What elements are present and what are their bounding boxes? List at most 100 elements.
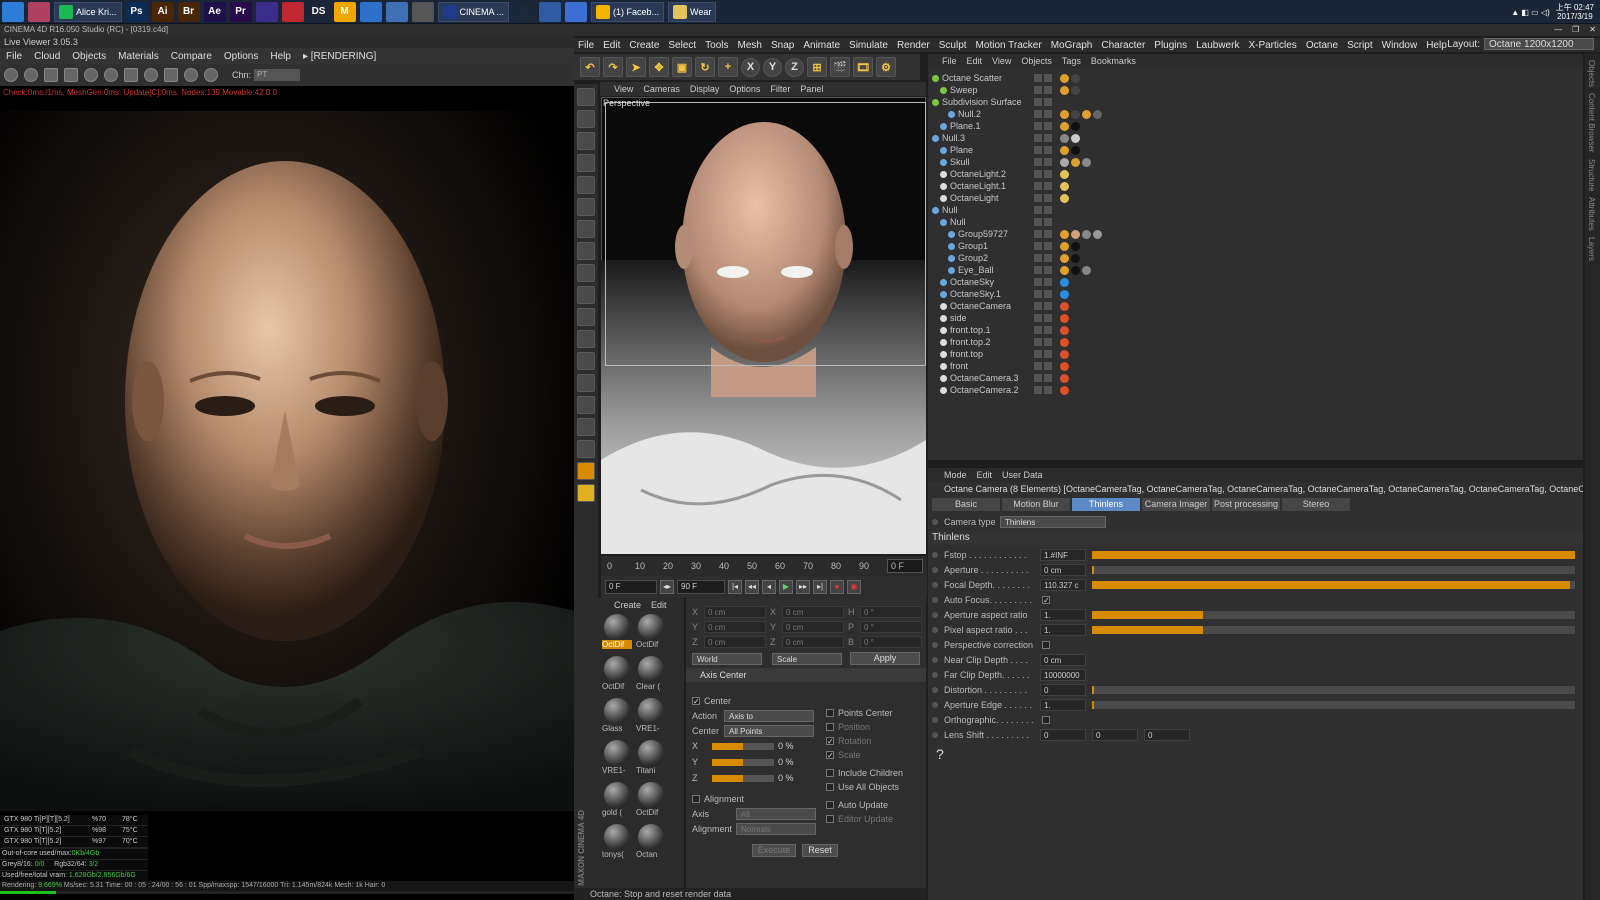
object-visibility[interactable] (1034, 98, 1060, 106)
visibility-editor-icon[interactable] (1034, 158, 1042, 166)
object-tag-icon[interactable] (1060, 349, 1069, 359)
visibility-editor-icon[interactable] (1034, 254, 1042, 262)
visibility-render-icon[interactable] (1044, 230, 1052, 238)
object-tag-icon[interactable] (1060, 277, 1069, 287)
object-visibility[interactable] (1034, 314, 1060, 322)
object-row[interactable]: Sweep (928, 84, 1583, 96)
axis-mode-icon[interactable] (577, 220, 595, 238)
object-visibility[interactable] (1034, 350, 1060, 358)
param-animate-icon[interactable] (932, 518, 938, 525)
param-value-field[interactable]: 0 (1040, 683, 1086, 696)
visibility-editor-icon[interactable] (1034, 218, 1042, 226)
object-tag-icon[interactable] (1082, 157, 1091, 167)
select-tool-icon[interactable]: ➤ (626, 57, 646, 77)
param-value-field[interactable]: 0 (1040, 728, 1086, 741)
main-menu-item[interactable]: Laubwerk (1196, 40, 1239, 51)
sphere-icon[interactable] (144, 68, 158, 82)
attribute-menu-item[interactable]: User Data (1002, 470, 1043, 480)
visibility-editor-icon[interactable] (1034, 110, 1042, 118)
grid-icon[interactable] (577, 374, 595, 392)
reset-button[interactable]: Reset (802, 844, 838, 857)
next-key-icon[interactable]: ▸▸ (796, 580, 810, 594)
octane-render-output[interactable] (0, 111, 574, 811)
object-visibility[interactable] (1034, 266, 1060, 274)
visibility-render-icon[interactable] (1044, 146, 1052, 154)
main-menu-item[interactable]: File (578, 40, 594, 51)
visibility-editor-icon[interactable] (1034, 326, 1042, 334)
model-mode-icon[interactable] (577, 88, 595, 106)
edges-mode-icon[interactable] (577, 176, 595, 194)
daz-studio-icon[interactable]: DS (307, 1, 330, 22)
param-value-field[interactable]: 10000000 (1040, 668, 1086, 681)
slider-value-field[interactable]: 0 % (778, 741, 822, 751)
object-row[interactable]: Null (928, 204, 1583, 216)
start-frame-field[interactable]: 0 F (605, 580, 657, 594)
param-animate-icon[interactable] (932, 701, 938, 708)
material-swatch[interactable]: tonys( (602, 824, 632, 864)
visibility-editor-icon[interactable] (1034, 302, 1042, 310)
light-icon[interactable] (577, 418, 595, 436)
param-value-field[interactable]: 1. (1040, 623, 1086, 636)
lens-shift-field[interactable]: 0 (1092, 728, 1138, 741)
visibility-editor-icon[interactable] (1034, 314, 1042, 322)
visibility-editor-icon[interactable] (1034, 266, 1042, 274)
visibility-editor-icon[interactable] (1034, 374, 1042, 382)
coordinate-field[interactable]: 0 cm (782, 605, 844, 618)
after-effects-icon[interactable]: Ae (203, 1, 226, 22)
object-tag-icon[interactable] (1060, 265, 1069, 275)
execute-button[interactable]: Execute (752, 844, 796, 857)
param-slider[interactable] (1092, 685, 1575, 694)
object-row[interactable]: OctaneSky (928, 276, 1583, 288)
param-value-field[interactable]: 110.327 c (1040, 578, 1086, 591)
main-menu-item[interactable]: Plugins (1154, 40, 1187, 51)
main-menu-item[interactable]: Help (1426, 40, 1447, 51)
param-animate-icon[interactable] (932, 626, 938, 633)
object-visibility[interactable] (1034, 134, 1060, 142)
visibility-render-icon[interactable] (1044, 374, 1052, 382)
object-row[interactable]: Subdivision Surface (928, 96, 1583, 108)
main-menu-item[interactable]: Edit (603, 40, 620, 51)
side-tab-objects[interactable]: Objects (1587, 60, 1596, 87)
parameter-icon[interactable] (577, 440, 595, 458)
object-tag-icon[interactable] (1060, 373, 1069, 383)
object-visibility[interactable] (1034, 206, 1060, 214)
object-visibility[interactable] (1034, 146, 1060, 154)
render-picture-icon[interactable]: 🎞 (853, 57, 873, 77)
add-tool-icon[interactable]: + (718, 57, 738, 77)
param-animate-icon[interactable] (932, 566, 938, 573)
param-animate-icon[interactable] (932, 551, 938, 558)
param-slider[interactable] (1092, 700, 1575, 709)
param-checkbox[interactable] (1042, 715, 1050, 724)
lock-icon[interactable] (124, 68, 138, 82)
object-menu-item[interactable]: Bookmarks (1091, 56, 1136, 66)
clay-icon[interactable] (164, 68, 178, 82)
object-tag-icon[interactable] (1093, 109, 1102, 119)
lens-shift-field[interactable]: 0 (1144, 728, 1190, 741)
alignment-dropdown[interactable]: Normals (736, 822, 816, 835)
param-animate-icon[interactable] (932, 656, 938, 663)
app-icon-8[interactable] (565, 1, 588, 22)
main-menu-item[interactable]: Create (629, 40, 659, 51)
object-tag-icon[interactable] (1071, 85, 1080, 95)
restart-icon[interactable] (24, 68, 38, 82)
object-visibility[interactable] (1034, 254, 1060, 262)
axis-dropdown[interactable]: All (736, 807, 816, 820)
visibility-render-icon[interactable] (1044, 158, 1052, 166)
layout-value[interactable]: Octane 1200x1200 (1484, 38, 1594, 50)
tab-stereo[interactable]: Stereo (1282, 498, 1350, 511)
object-visibility[interactable] (1034, 386, 1060, 394)
z-axis-lock-icon[interactable]: Z (785, 57, 804, 77)
points-mode-icon[interactable] (577, 154, 595, 172)
illustrator-icon[interactable]: Ai (151, 1, 174, 22)
tab-post-processing[interactable]: Post processing (1212, 498, 1280, 511)
coordinate-field[interactable]: 0 ° (860, 635, 922, 648)
main-menu-item[interactable]: X-Particles (1248, 40, 1296, 51)
object-visibility[interactable] (1034, 302, 1060, 310)
visibility-render-icon[interactable] (1044, 242, 1052, 250)
visibility-editor-icon[interactable] (1034, 182, 1042, 190)
visibility-render-icon[interactable] (1044, 350, 1052, 358)
option-checkbox[interactable]: Editor Update (826, 812, 926, 826)
material-swatch[interactable]: OctDif (602, 656, 632, 696)
layout-selector[interactable]: Layout: Octane 1200x1200 (1447, 38, 1594, 50)
visibility-editor-icon[interactable] (1034, 194, 1042, 202)
